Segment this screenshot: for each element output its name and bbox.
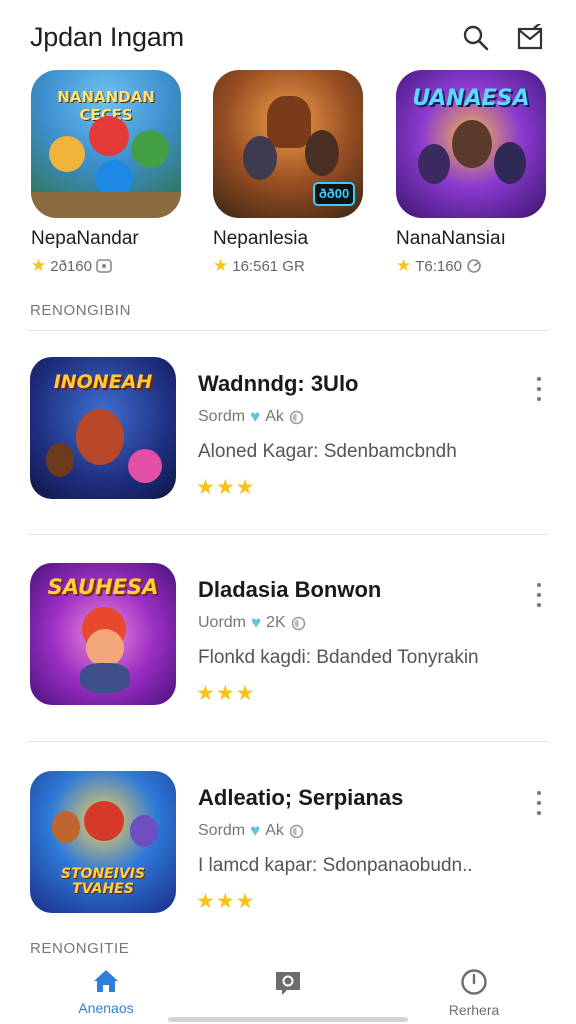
section-heading: RENONGITIE (30, 940, 130, 957)
thumbnail-logo-text: UANAESA (412, 86, 530, 111)
star-icon: ★ (31, 256, 47, 275)
tag-label: 2K (266, 614, 286, 631)
mail-edit-icon (517, 24, 543, 50)
game-description: Flonkd kagdi: Bdanded Tonyrakin (198, 647, 479, 668)
timer-icon (289, 824, 304, 838)
page-title: Jpdan Ingam (30, 22, 184, 52)
rating-value: T6:160 (415, 257, 462, 275)
timer-icon (291, 616, 305, 630)
game-thumbnail: INONEAH (30, 357, 176, 499)
game-meta: Sordm ♥ Ak (198, 407, 304, 427)
list-item[interactable]: INONEAH Wadnndg: 3Ulo Sordm ♥ Ak Aloned … (0, 357, 576, 507)
game-name: Nepanlesia (213, 228, 309, 249)
more-icon (537, 791, 541, 795)
heart-icon: ♥ (250, 407, 261, 426)
nav-tab-home[interactable]: Anenaos (61, 968, 151, 1016)
game-thumbnail: NANANDAN CECES (31, 70, 181, 218)
app-screen: Jpdan Ingam NANANDAN CECES NepaNandar ★ … (0, 0, 576, 1024)
compose-button[interactable] (512, 20, 548, 56)
featured-card[interactable]: ðð00 Nepanlesia ★ 16:561 GR (213, 70, 369, 276)
game-title: Wadnndg: 3Ulo (198, 371, 359, 396)
thumbnail-logo-text: INONEAH (53, 371, 153, 393)
clock-icon (461, 969, 487, 995)
nav-label: Anenaos (78, 1000, 134, 1016)
star-icon: ★ (213, 256, 229, 275)
home-icon (94, 970, 118, 992)
game-meta: Uordm ♥ 2K (198, 613, 306, 633)
rating-value: 16:561 GR (232, 257, 305, 275)
game-description: Aloned Kagar: Sdenbamcbndh (198, 441, 457, 462)
star-rating: ★★★ (196, 890, 256, 913)
featured-card[interactable]: UANAESA NanaNansiaı ★ T6:160 (396, 70, 552, 276)
nav-tab-history[interactable]: Rerhera (429, 968, 519, 1018)
device-icon (96, 259, 112, 273)
search-icon (463, 25, 489, 51)
tag-label: Ak (265, 408, 284, 425)
game-thumbnail: SAUHESA (30, 563, 176, 705)
game-title: Adleatio; Serpianas (198, 785, 404, 810)
game-thumbnail: UANAESA (396, 70, 546, 218)
nav-tab-chat[interactable] (243, 968, 333, 1004)
game-rating: ★ 16:561 GR (213, 256, 369, 276)
search-button[interactable] (458, 20, 494, 56)
timer-icon (289, 410, 304, 424)
divider (28, 741, 548, 742)
section-heading: RENONGIBIN (30, 302, 132, 319)
more-icon (537, 377, 541, 381)
game-rating: ★ 2ð160 (31, 256, 187, 276)
chat-icon (276, 972, 300, 995)
nav-label: Rerhera (448, 1002, 500, 1018)
star-icon: ★ (396, 256, 412, 275)
settings-icon (467, 259, 481, 273)
thumbnail-logo-text: SAUHESA (47, 575, 159, 599)
home-indicator (168, 1017, 408, 1022)
rating-value: 2ð160 (50, 257, 92, 275)
list-item[interactable]: SAUHESA Dladasia Bonwon Uordm ♥ 2K Flonk… (0, 563, 576, 713)
list-item[interactable]: STONEIVIS TVAHES Adleatio; Serpianas Sor… (0, 771, 576, 921)
game-meta: Sordm ♥ Ak (198, 821, 304, 841)
game-title: Dladasia Bonwon (198, 577, 382, 602)
game-rating: ★ T6:160 (396, 256, 552, 276)
bottom-navigation: Anenaos Rerhera (0, 960, 576, 1024)
game-thumbnail: STONEIVIS TVAHES (30, 771, 176, 913)
divider (28, 330, 548, 331)
thumbnail-badge: ðð00 (313, 182, 355, 206)
more-icon (537, 583, 541, 587)
heart-icon: ♥ (250, 821, 261, 840)
game-description: I lamcd kapar: Sdonpanaobudn.. (198, 855, 473, 876)
featured-carousel: NANANDAN CECES NepaNandar ★ 2ð160 ðð00 N… (0, 70, 576, 280)
publisher-name: Uordm (198, 614, 247, 631)
game-name: NanaNansiaı (396, 228, 506, 249)
divider (28, 534, 548, 535)
top-bar: Jpdan Ingam (0, 0, 576, 78)
tag-label: Ak (265, 822, 284, 839)
more-options-button[interactable] (530, 375, 548, 403)
featured-card[interactable]: NANANDAN CECES NepaNandar ★ 2ð160 (31, 70, 187, 276)
star-rating: ★★★ (196, 476, 256, 499)
star-rating: ★★★ (196, 682, 256, 705)
more-options-button[interactable] (530, 789, 548, 817)
game-name: NepaNandar (31, 228, 139, 249)
game-thumbnail: ðð00 (213, 70, 363, 218)
publisher-name: Sordm (198, 408, 246, 425)
more-options-button[interactable] (530, 581, 548, 609)
heart-icon: ♥ (251, 613, 262, 632)
thumbnail-logo-text: STONEIVIS TVAHES (60, 866, 146, 897)
publisher-name: Sordm (198, 822, 246, 839)
